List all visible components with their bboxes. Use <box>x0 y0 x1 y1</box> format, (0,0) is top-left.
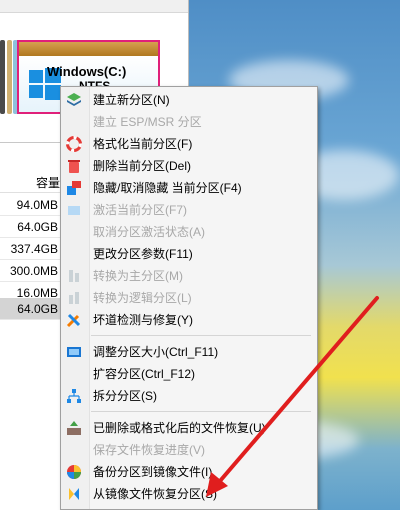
table-row[interactable]: 337.4GB <box>0 238 62 260</box>
capacity-header-label: 容量 <box>36 176 61 190</box>
menu-item-restore-from-image[interactable]: 从镜像文件恢复分区(S) <box>62 483 316 505</box>
backup-image-icon <box>67 465 81 479</box>
partition-block-1[interactable] <box>0 40 5 114</box>
resize-icon <box>67 347 81 357</box>
menu-item-label: 坏道检测与修复(Y) <box>93 313 193 327</box>
menu-item-label: 拆分分区(S) <box>93 389 157 403</box>
tools-repair-icon <box>66 313 81 328</box>
convert-logical-icon <box>69 292 79 304</box>
table-row[interactable]: 64.0GB <box>0 216 62 238</box>
menu-item-label: 取消分区激活状态(A) <box>93 225 205 239</box>
menu-item-label: 更改分区参数(F11) <box>93 247 193 261</box>
activate-icon <box>68 206 80 215</box>
recover-files-icon <box>67 421 81 435</box>
capacity-cell: 94.0MB <box>16 198 58 212</box>
menu-item-label: 隐藏/取消隐藏 当前分区(F4) <box>93 181 242 195</box>
capacity-cell: 300.0MB <box>9 264 58 278</box>
menu-item-format-partition[interactable]: 格式化当前分区(F) <box>62 133 316 155</box>
menu-item-hide-partition[interactable]: 隐藏/取消隐藏 当前分区(F4) <box>62 177 316 199</box>
menu-item-deactivate-partition[interactable]: 取消分区激活状态(A) <box>62 221 316 243</box>
capacity-cell: 64.0GB <box>17 302 58 316</box>
top-toolbar-strip <box>0 0 188 13</box>
menu-item-label: 备份分区到镜像文件(I) <box>93 465 213 479</box>
table-row[interactable]: 94.0MB <box>0 194 62 216</box>
menu-item-split-partition[interactable]: 拆分分区(S) <box>62 385 316 407</box>
menu-item-activate-partition[interactable]: 激活当前分区(F7) <box>62 199 316 221</box>
menu-item-delete-partition[interactable]: 删除当前分区(Del) <box>62 155 316 177</box>
menu-item-label: 保存文件恢复进度(V) <box>93 443 205 457</box>
menu-item-label: 建立 ESP/MSR 分区 <box>93 115 202 129</box>
capacity-cell: 337.4GB <box>10 242 58 256</box>
menu-item-save-recovery-progress[interactable]: 保存文件恢复进度(V) <box>62 439 316 461</box>
menu-item-extend-partition[interactable]: 扩容分区(Ctrl_F12) <box>62 363 316 385</box>
lifebuoy-format-icon <box>66 136 82 152</box>
split-tree-icon <box>67 389 81 403</box>
menu-item-create-esp-msr[interactable]: 建立 ESP/MSR 分区 <box>62 111 316 133</box>
menu-separator <box>91 411 311 412</box>
menu-item-label: 格式化当前分区(F) <box>93 137 193 151</box>
menu-item-backup-to-image[interactable]: 备份分区到镜像文件(I) <box>62 461 316 483</box>
table-row[interactable]: 300.0MB <box>0 260 62 282</box>
partition-block-2[interactable] <box>7 40 12 114</box>
menu-item-bad-sector-repair[interactable]: 坏道检测与修复(Y) <box>62 309 316 331</box>
menu-item-label: 从镜像文件恢复分区(S) <box>93 487 217 501</box>
partition-context-menu: 建立新分区(N) 建立 ESP/MSR 分区 格式化当前分区(F) 删除当前分区… <box>60 86 318 510</box>
menu-item-convert-primary[interactable]: 转换为主分区(M) <box>62 265 316 287</box>
menu-item-label: 建立新分区(N) <box>93 93 170 107</box>
menu-item-convert-logical[interactable]: 转换为逻辑分区(L) <box>62 287 316 309</box>
menu-item-new-partition[interactable]: 建立新分区(N) <box>62 89 316 111</box>
convert-primary-icon <box>69 270 79 282</box>
hide-partition-icon <box>67 181 81 195</box>
menu-item-label: 转换为逻辑分区(L) <box>93 291 192 305</box>
menu-item-label: 激活当前分区(F7) <box>93 203 187 217</box>
table-row-selected[interactable]: 64.0GB <box>0 298 62 320</box>
menu-item-label: 已删除或格式化后的文件恢复(U) <box>93 421 266 435</box>
partition-name: Windows(C:) <box>47 64 127 79</box>
menu-item-label: 扩容分区(Ctrl_F12) <box>93 367 196 381</box>
restore-image-icon <box>69 488 79 500</box>
menu-item-label: 转换为主分区(M) <box>93 269 183 283</box>
menu-item-change-parameters[interactable]: 更改分区参数(F11) <box>62 243 316 265</box>
trash-delete-icon <box>68 160 80 173</box>
layers-new-icon <box>67 93 81 106</box>
menu-separator <box>91 335 311 336</box>
menu-item-label: 调整分区大小(Ctrl_F11) <box>93 345 219 359</box>
partition-usage-bar <box>19 42 158 57</box>
menu-item-recover-files[interactable]: 已删除或格式化后的文件恢复(U) <box>62 417 316 439</box>
menu-item-label: 删除当前分区(Del) <box>93 159 191 173</box>
capacity-cell: 64.0GB <box>17 220 58 234</box>
menu-item-resize-partition[interactable]: 调整分区大小(Ctrl_F11) <box>62 341 316 363</box>
